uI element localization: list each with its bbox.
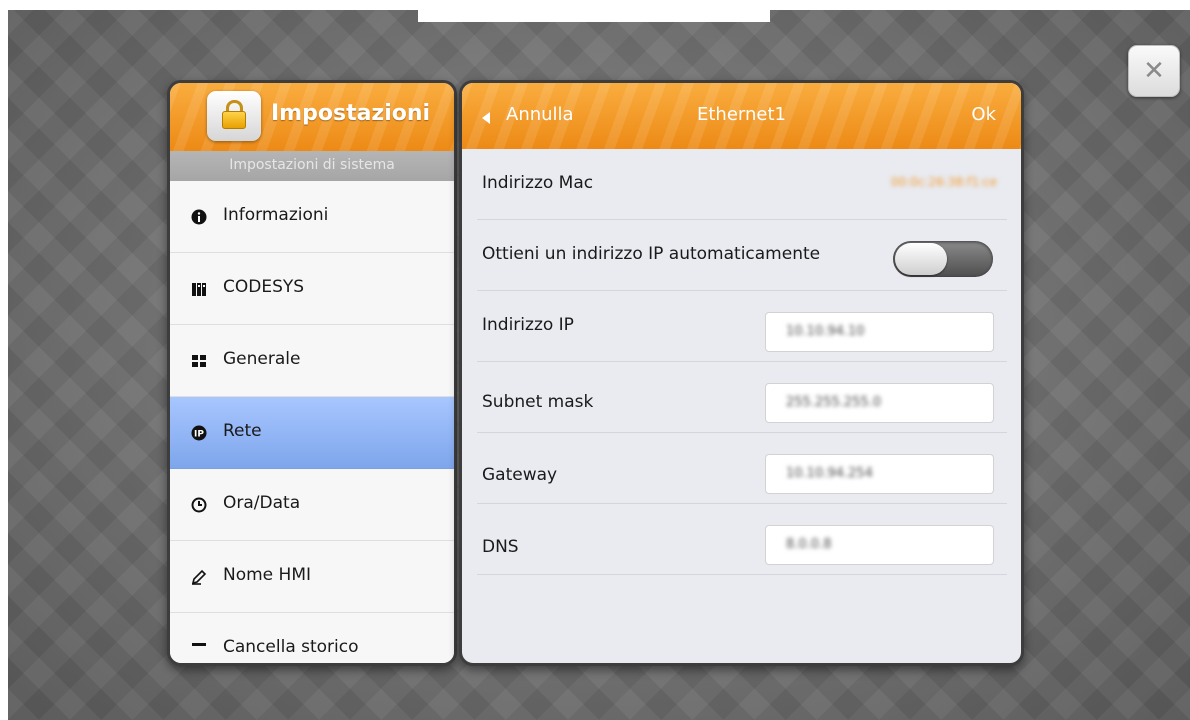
- dns-value: 8.0.0.8: [786, 537, 832, 552]
- sidebar-item-rete[interactable]: IP Rete: [170, 397, 454, 469]
- mac-row: Indirizzo Mac 00:0c:26:38:f1:ce: [477, 149, 1007, 220]
- clock-icon: [191, 497, 207, 513]
- sidebar-item-cancella-storico[interactable]: Cancella storico: [170, 613, 454, 663]
- gateway-field[interactable]: 10.10.94.254: [765, 454, 994, 494]
- sidebar-item-label: Generale: [223, 349, 301, 369]
- subnet-mask-field[interactable]: 255.255.255.0: [765, 383, 994, 423]
- ok-button[interactable]: Ok: [971, 104, 996, 125]
- subnet-row: Subnet mask 255.255.255.0: [477, 362, 1007, 433]
- background: ✕ Impostazioni Impostazioni di sistema I…: [8, 10, 1190, 720]
- top-strip: [418, 10, 770, 22]
- dns-label: DNS: [482, 537, 519, 557]
- dns-row: DNS 8.0.0.8: [477, 504, 1007, 575]
- sidebar-item-nome-hmi[interactable]: Nome HMI: [170, 541, 454, 613]
- dhcp-row: Ottieni un indirizzo IP automaticamente: [477, 220, 1007, 291]
- mac-label: Indirizzo Mac: [482, 173, 594, 193]
- gateway-label: Gateway: [482, 465, 558, 485]
- sidebar-item-label: Ora/Data: [223, 493, 301, 513]
- gateway-value: 10.10.94.254: [786, 466, 873, 481]
- sidebar-item-label: Cancella storico: [223, 637, 359, 657]
- trash-icon: [192, 643, 206, 646]
- mac-value: 00:0c:26:38:f1:ce: [890, 175, 997, 189]
- panel-title: Ethernet1: [697, 104, 786, 125]
- subnet-label: Subnet mask: [482, 392, 594, 412]
- lock-icon-body: [222, 111, 246, 129]
- ip-address-value: 10.10.94.10: [786, 324, 865, 339]
- subnet-mask-value: 255.255.255.0: [786, 395, 882, 410]
- sidebar-item-label: CODESYS: [223, 277, 305, 297]
- close-icon: ✕: [1143, 56, 1165, 86]
- ethernet-header: Annulla Ethernet1 Ok: [462, 83, 1021, 149]
- grid-icon: [192, 355, 206, 367]
- info-icon: [191, 209, 207, 225]
- sidebar-header: Impostazioni: [170, 83, 454, 151]
- lock-button[interactable]: [207, 91, 261, 141]
- gateway-row: Gateway 10.10.94.254: [477, 433, 1007, 504]
- toggle-knob: [895, 243, 947, 275]
- ethernet-panel: Annulla Ethernet1 Ok Indirizzo Mac 00:0c…: [459, 80, 1024, 666]
- pencil-icon: [191, 569, 207, 585]
- ip-label: Indirizzo IP: [482, 315, 574, 335]
- sidebar-item-generale[interactable]: Generale: [170, 325, 454, 397]
- sidebar-item-label: Nome HMI: [223, 565, 312, 585]
- ip-icon: IP: [191, 425, 207, 441]
- dhcp-toggle[interactable]: [893, 241, 993, 277]
- dns-field[interactable]: 8.0.0.8: [765, 525, 994, 565]
- sidebar-item-codesys[interactable]: CODESYS: [170, 253, 454, 325]
- sidebar-item-label: Informazioni: [223, 205, 329, 225]
- svg-text:IP: IP: [194, 430, 204, 440]
- settings-sidebar: Impostazioni Impostazioni di sistema Inf…: [167, 80, 457, 666]
- sidebar-item-label: Rete: [223, 421, 262, 441]
- sidebar-title: Impostazioni: [271, 101, 431, 126]
- sidebar-item-informazioni[interactable]: Informazioni: [170, 181, 454, 253]
- sidebar-item-ora-data[interactable]: Ora/Data: [170, 469, 454, 541]
- ip-row: Indirizzo IP 10.10.94.10: [477, 291, 1007, 362]
- dhcp-label: Ottieni un indirizzo IP automaticamente: [482, 244, 821, 264]
- close-button[interactable]: ✕: [1128, 45, 1180, 97]
- ip-address-field[interactable]: 10.10.94.10: [765, 312, 994, 352]
- codesys-icon: [192, 283, 206, 296]
- sidebar-subheader: Impostazioni di sistema: [170, 151, 454, 181]
